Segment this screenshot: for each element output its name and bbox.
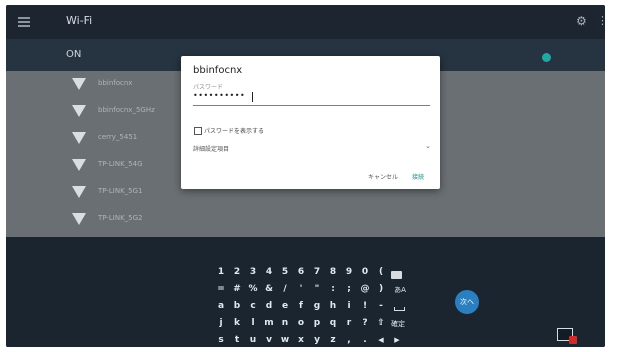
- key[interactable]: 1: [214, 267, 228, 277]
- backspace-icon[interactable]: [391, 271, 402, 279]
- title-bar: Wi-Fi ⚙ ⋮: [6, 5, 605, 39]
- key[interactable]: l: [246, 318, 260, 328]
- key[interactable]: y: [310, 335, 324, 345]
- connect-button[interactable]: 接続: [412, 172, 424, 181]
- key[interactable]: m: [262, 318, 276, 328]
- key[interactable]: :: [326, 284, 340, 294]
- key[interactable]: -: [374, 301, 388, 311]
- key[interactable]: !: [358, 301, 372, 311]
- key[interactable]: e: [278, 301, 292, 311]
- wifi-icon: [72, 78, 86, 90]
- key[interactable]: 7: [310, 267, 324, 277]
- advanced-options-label[interactable]: 詳細設定項目: [193, 144, 229, 153]
- input-mode-key[interactable]: あA: [391, 285, 409, 295]
- cursor-left-key[interactable]: ◀: [374, 336, 388, 344]
- key[interactable]: (: [374, 267, 388, 277]
- cursor-right-key[interactable]: ▶: [390, 336, 404, 344]
- key[interactable]: 5: [278, 267, 292, 277]
- key[interactable]: d: [262, 301, 276, 311]
- network-name: TP-LINK_5G2: [98, 214, 143, 222]
- gear-icon[interactable]: ⚙: [576, 14, 587, 28]
- cancel-button[interactable]: キャンセル: [368, 172, 398, 181]
- key[interactable]: 2: [230, 267, 244, 277]
- more-icon[interactable]: ⋮: [597, 14, 605, 27]
- key[interactable]: c: [246, 301, 260, 311]
- network-name: TP-LINK_54G: [98, 160, 143, 168]
- key[interactable]: 6: [294, 267, 308, 277]
- wifi-icon: [72, 159, 86, 171]
- key[interactable]: k: [230, 318, 244, 328]
- key[interactable]: f: [294, 301, 308, 311]
- network-name: TP-LINK_5G1: [98, 187, 143, 195]
- key[interactable]: x: [294, 335, 308, 345]
- show-password-checkbox[interactable]: [194, 127, 202, 135]
- toggle-label: ON: [66, 49, 82, 60]
- password-underline: [193, 105, 430, 106]
- tv-screen: Wi-Fi ⚙ ⋮ ON bbinfocnx bbinfocnx_5GHz ce…: [6, 5, 605, 347]
- key[interactable]: ;: [342, 284, 356, 294]
- password-label: パスワード: [193, 84, 224, 91]
- wifi-password-dialog: bbinfocnx パスワード •••••••••• パスワードを表示する 詳細…: [181, 56, 440, 189]
- key[interactable]: =: [214, 284, 228, 294]
- key[interactable]: ': [294, 284, 308, 294]
- key[interactable]: u: [246, 335, 260, 345]
- key[interactable]: .: [358, 335, 372, 345]
- key[interactable]: t: [230, 335, 244, 345]
- key[interactable]: ): [374, 284, 388, 294]
- wifi-icon: [72, 213, 86, 225]
- key[interactable]: v: [262, 335, 276, 345]
- key[interactable]: /: [278, 284, 292, 294]
- dialog-title: bbinfocnx: [193, 65, 243, 76]
- key[interactable]: z: [326, 335, 340, 345]
- key[interactable]: ": [310, 284, 324, 294]
- network-item[interactable]: TP-LINK_5G2: [6, 206, 605, 233]
- key[interactable]: r: [342, 318, 356, 328]
- wifi-icon: [72, 132, 86, 144]
- key[interactable]: ,: [342, 335, 356, 345]
- key[interactable]: s: [214, 335, 228, 345]
- key[interactable]: g: [310, 301, 324, 311]
- key[interactable]: 0: [358, 267, 372, 277]
- key[interactable]: @: [358, 284, 372, 294]
- toggle-switch[interactable]: [542, 53, 551, 62]
- key[interactable]: b: [230, 301, 244, 311]
- key[interactable]: &: [262, 284, 276, 294]
- confirm-key[interactable]: 確定: [389, 319, 407, 329]
- key[interactable]: p: [310, 318, 324, 328]
- key[interactable]: a: [214, 301, 228, 311]
- menu-icon[interactable]: [18, 17, 30, 27]
- notification-badge-icon: [569, 336, 577, 344]
- key[interactable]: 4: [262, 267, 276, 277]
- network-name: bbinfocnx_5GHz: [98, 106, 155, 114]
- key[interactable]: %: [246, 284, 260, 294]
- key[interactable]: 8: [326, 267, 340, 277]
- wifi-icon: [72, 186, 86, 198]
- key[interactable]: 3: [246, 267, 260, 277]
- wifi-icon: [72, 105, 86, 117]
- key[interactable]: n: [278, 318, 292, 328]
- shift-key[interactable]: ⇧: [374, 318, 388, 328]
- key[interactable]: i: [342, 301, 356, 311]
- network-name: cerry_5451: [98, 133, 138, 141]
- key[interactable]: q: [326, 318, 340, 328]
- page-title: Wi-Fi: [66, 14, 93, 27]
- key[interactable]: w: [278, 335, 292, 345]
- network-name: bbinfocnx: [98, 79, 133, 87]
- key[interactable]: j: [214, 318, 228, 328]
- key[interactable]: ?: [358, 318, 372, 328]
- key[interactable]: o: [294, 318, 308, 328]
- chevron-down-icon[interactable]: ⌄: [425, 142, 431, 150]
- key[interactable]: #: [230, 284, 244, 294]
- space-key[interactable]: [394, 307, 405, 311]
- key[interactable]: 9: [342, 267, 356, 277]
- text-caret: [252, 92, 253, 102]
- password-input[interactable]: ••••••••••: [193, 91, 245, 100]
- show-password-label[interactable]: パスワードを表示する: [204, 126, 264, 135]
- next-button[interactable]: 次へ: [455, 290, 479, 314]
- key[interactable]: h: [326, 301, 340, 311]
